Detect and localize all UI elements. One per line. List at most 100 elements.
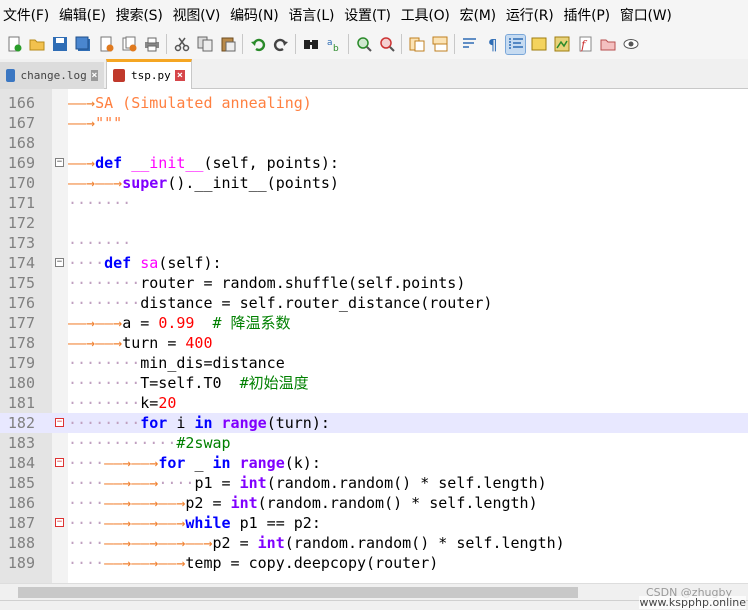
zoom-out-icon[interactable] <box>377 35 396 54</box>
horizontal-scrollbar[interactable] <box>0 583 748 601</box>
code-text: ····——→——→····p1 = int(random.random() *… <box>68 474 547 492</box>
code-line[interactable]: 171 ······· <box>0 193 748 213</box>
code-line[interactable]: 172 <box>0 213 748 233</box>
code-line[interactable]: 168 <box>0 133 748 153</box>
code-line[interactable]: 181 ········k=20 <box>0 393 748 413</box>
find-icon[interactable] <box>301 35 320 54</box>
menu-edit[interactable]: 编辑(E) <box>56 5 113 25</box>
code-text: ········distance = self.router_distance(… <box>68 294 493 312</box>
code-line[interactable]: 180 ········T=self.T0 #初始温度 <box>0 373 748 393</box>
menu-search[interactable]: 搜索(S) <box>113 5 170 25</box>
code-line[interactable]: 179 ········min_dis=distance <box>0 353 748 373</box>
code-line[interactable]: 185 ····——→——→····p1 = int(random.random(… <box>0 473 748 493</box>
code-line[interactable]: 175 ········router = random.shuffle(self.… <box>0 273 748 293</box>
code-line[interactable]: 176 ········distance = self.router_distan… <box>0 293 748 313</box>
code-line[interactable]: 186 ····——→——→——→p2 = int(random.random()… <box>0 493 748 513</box>
new-file-icon[interactable] <box>4 35 23 54</box>
menu-settings[interactable]: 设置(T) <box>341 5 397 25</box>
code-text: ——→——→a = 0.99 # 降温系数 <box>68 314 291 332</box>
site-watermark: www.kspphp.online <box>639 596 746 609</box>
code-text: ——→""" <box>68 114 123 132</box>
close-file-icon[interactable] <box>96 35 115 54</box>
fold-toggle-icon[interactable]: − <box>55 258 64 267</box>
close-all-icon[interactable] <box>119 35 138 54</box>
undo-icon[interactable] <box>248 35 267 54</box>
code-text: ········for i in range(turn): <box>68 414 330 432</box>
code-line[interactable]: 166 ——→SA (Simulated annealing) <box>0 93 748 113</box>
menu-encoding[interactable]: 编码(N) <box>227 5 285 25</box>
fold-toggle-icon[interactable]: − <box>55 458 64 467</box>
menu-run[interactable]: 运行(R) <box>503 5 561 25</box>
sync-vertical-icon[interactable] <box>407 35 426 54</box>
code-text: ····——→——→——→temp = copy.deepcopy(router… <box>68 554 439 572</box>
code-text: ····——→——→——→p2 = int(random.random() * … <box>68 494 538 512</box>
code-editor[interactable]: 166 ——→SA (Simulated annealing) 167 ——→""" 1… <box>0 89 748 583</box>
word-wrap-icon[interactable] <box>460 35 479 54</box>
menu-tools[interactable]: 工具(O) <box>398 5 457 25</box>
code-text: ······· <box>68 234 132 252</box>
monitoring-icon[interactable] <box>621 35 640 54</box>
code-line[interactable]: 183 ············#2swap <box>0 433 748 453</box>
code-line[interactable]: 177 ——→——→a = 0.99 # 降温系数 <box>0 313 748 333</box>
fold-toggle-icon[interactable]: − <box>55 158 64 167</box>
line-number: 180 <box>7 374 35 392</box>
menu-language[interactable]: 语言(L) <box>286 5 342 25</box>
code-line[interactable]: 167 ——→""" <box>0 113 748 133</box>
code-text: ········T=self.T0 #初始温度 <box>68 374 309 392</box>
svg-text:b: b <box>333 44 339 52</box>
line-number: 176 <box>7 294 35 312</box>
folder-workspace-icon[interactable] <box>598 35 617 54</box>
toolbar-separator <box>295 34 296 54</box>
cut-icon[interactable] <box>172 35 191 54</box>
scrollbar-thumb[interactable] <box>18 587 578 598</box>
print-icon[interactable] <box>142 35 161 54</box>
code-line[interactable]: 170 ——→——→super().__init__(points) <box>0 173 748 193</box>
sync-horizontal-icon[interactable] <box>430 35 449 54</box>
menu-plugins[interactable]: 插件(P) <box>561 5 617 25</box>
tab-tsp-py[interactable]: tsp.py × <box>106 59 192 89</box>
line-number: 184 <box>7 454 35 472</box>
doc-map-icon[interactable] <box>552 35 571 54</box>
line-number: 177 <box>7 314 35 332</box>
svg-text:a: a <box>327 38 333 48</box>
line-number: 187 <box>7 514 35 532</box>
save-icon[interactable] <box>50 35 69 54</box>
menu-window[interactable]: 窗口(W) <box>617 5 679 25</box>
line-number: 175 <box>7 274 35 292</box>
fold-toggle-icon[interactable]: − <box>55 418 64 427</box>
code-line[interactable]: 189 ····——→——→——→temp = copy.deepcopy(rou… <box>0 553 748 573</box>
copy-icon[interactable] <box>195 35 214 54</box>
code-line[interactable]: 174 − ····def sa(self): <box>0 253 748 273</box>
menu-view[interactable]: 视图(V) <box>170 5 228 25</box>
show-all-chars-icon[interactable]: ¶ <box>483 35 502 54</box>
line-number: 166 <box>7 94 35 112</box>
line-number: 179 <box>7 354 35 372</box>
function-list-icon[interactable]: f <box>575 35 594 54</box>
code-line[interactable]: 173 ······· <box>0 233 748 253</box>
close-icon[interactable]: × <box>90 70 98 81</box>
replace-icon[interactable]: ab <box>324 35 343 54</box>
paste-icon[interactable] <box>218 35 237 54</box>
fold-toggle-icon[interactable]: − <box>55 518 64 527</box>
toolbar-separator <box>166 34 167 54</box>
code-line[interactable]: 169 − ——→def __init__(self, points): <box>0 153 748 173</box>
line-number: 181 <box>7 394 35 412</box>
save-all-icon[interactable] <box>73 35 92 54</box>
code-line[interactable]: 182 − ········for i in range(turn): <box>0 413 748 433</box>
line-number: 188 <box>7 534 35 552</box>
open-folder-icon[interactable] <box>27 35 46 54</box>
indent-guide-icon[interactable] <box>505 33 526 55</box>
line-number: 186 <box>7 494 35 512</box>
tab-change-log[interactable]: change.log × <box>0 62 104 89</box>
code-line[interactable]: 188 ····——→——→——→——→p2 = int(random.rando… <box>0 533 748 553</box>
menu-macro[interactable]: 宏(M) <box>457 5 503 25</box>
code-line[interactable]: 178 ——→——→turn = 400 <box>0 333 748 353</box>
close-icon[interactable]: × <box>174 70 185 81</box>
zoom-in-icon[interactable] <box>354 35 373 54</box>
redo-icon[interactable] <box>271 35 290 54</box>
code-line[interactable]: 187 − ····——→——→——→while p1 == p2: <box>0 513 748 533</box>
menu-file[interactable]: 文件(F) <box>0 5 56 25</box>
code-line[interactable]: 184 − ····——→——→for _ in range(k): <box>0 453 748 473</box>
code-text: ········k=20 <box>68 394 177 412</box>
user-language-icon[interactable] <box>529 35 548 54</box>
